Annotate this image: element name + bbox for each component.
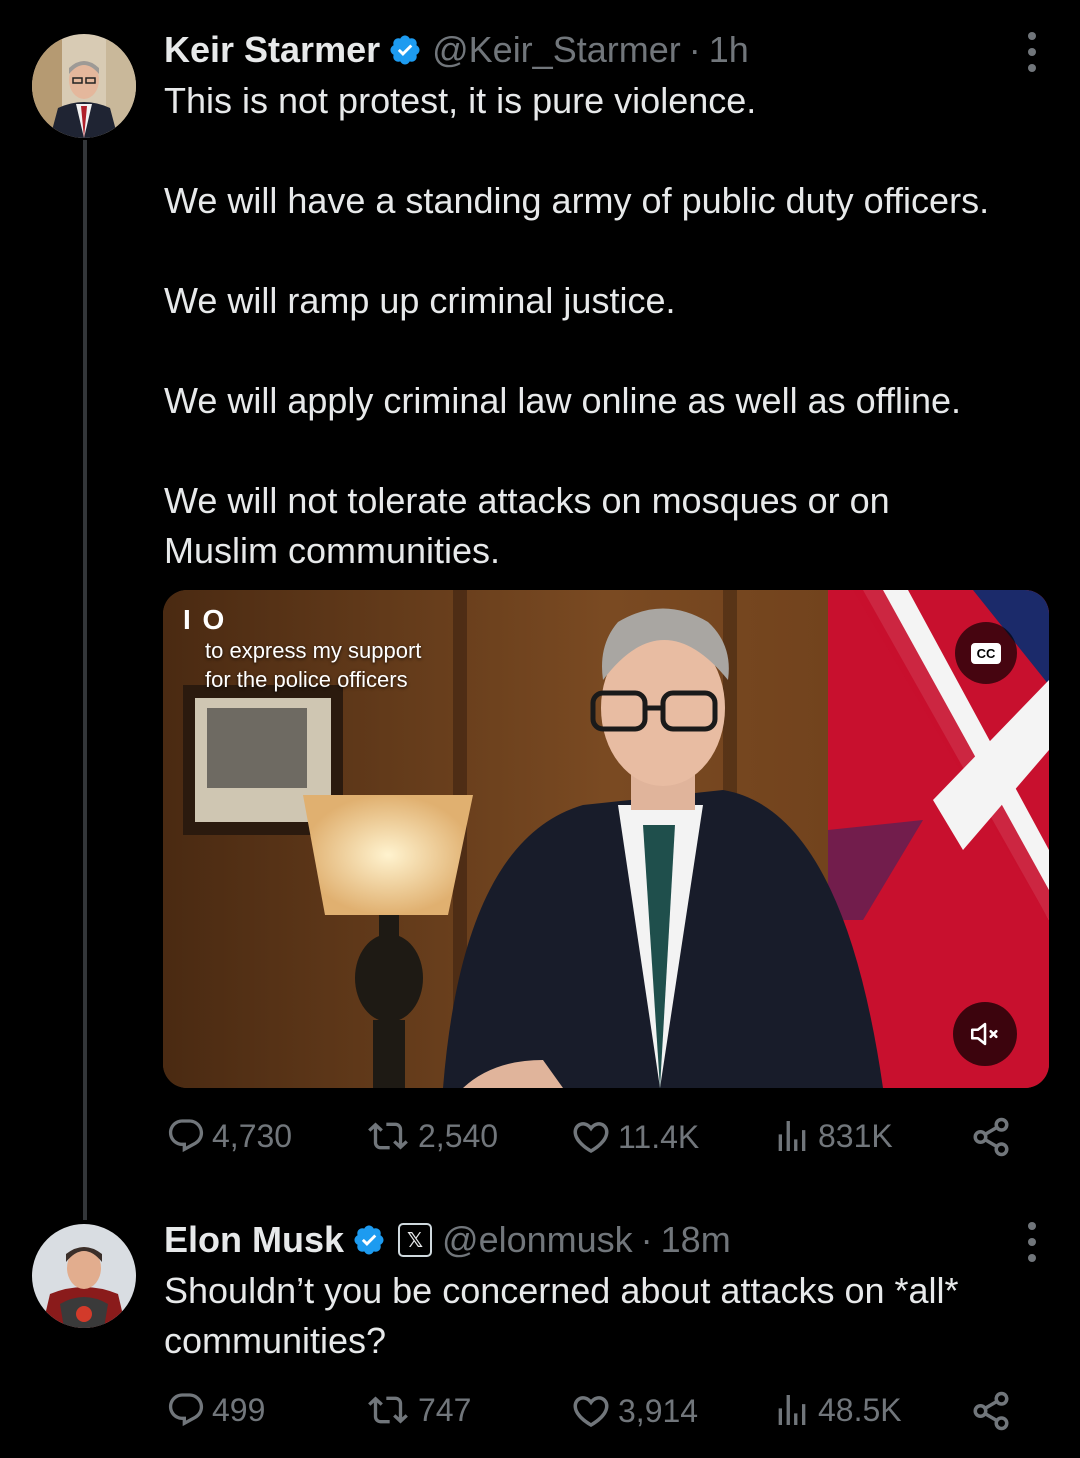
dot-separator: · [688, 29, 701, 70]
reply-icon [168, 1393, 204, 1427]
video-caption: to express my support for the police off… [205, 636, 421, 694]
share-icon [973, 1117, 1009, 1157]
like-count: 11.4K [618, 1118, 700, 1155]
tweet2-text: Shouldn’t you be concerned about attacks… [164, 1266, 1024, 1366]
author-name[interactable]: Elon Musk [164, 1219, 344, 1261]
reply-icon [168, 1119, 204, 1153]
cc-icon: CC [970, 642, 1002, 664]
more-options-icon[interactable] [1026, 32, 1038, 72]
tweet1-text: This is not protest, it is pure violence… [164, 76, 1054, 576]
tweet1-header: Keir Starmer @Keir_Starmer · 1h [164, 28, 749, 72]
closed-captions-button[interactable]: CC [955, 622, 1017, 684]
avatar-keir-starmer[interactable] [32, 34, 136, 138]
tweet-paragraph: We will have a standing army of public d… [164, 180, 990, 221]
tweet-paragraph: We will ramp up criminal justice. [164, 280, 676, 321]
reply-count: 4,730 [212, 1117, 293, 1154]
tweet2-header: Elon Musk 𝕏 @elonmusk · 18m [164, 1218, 731, 1262]
reply-button[interactable]: 4,730 [166, 1116, 292, 1156]
repost-count: 747 [418, 1391, 472, 1428]
verified-badge-icon[interactable] [352, 1223, 386, 1257]
unmute-button[interactable] [953, 1002, 1017, 1066]
reply-button[interactable]: 499 [166, 1390, 265, 1430]
like-button[interactable]: 11.4K [570, 1116, 699, 1158]
heart-icon [573, 1396, 609, 1428]
like-count: 3,914 [618, 1392, 699, 1429]
dot-separator: · [640, 1219, 653, 1260]
repost-icon [368, 1122, 408, 1150]
video-player[interactable]: I O to express my support for the police… [163, 590, 1049, 1088]
tweet-paragraph: This is not protest, it is pure violence… [164, 80, 757, 121]
thread-connector-line [83, 140, 87, 1220]
avatar-elon-musk[interactable] [32, 1224, 136, 1328]
post-time[interactable]: 18m [661, 1219, 731, 1261]
share-button[interactable] [970, 1390, 1018, 1432]
reply-count: 499 [212, 1391, 266, 1428]
repost-button[interactable]: 747 [364, 1390, 471, 1430]
post-time[interactable]: 1h [709, 29, 749, 71]
repost-icon [368, 1396, 408, 1424]
view-count: 831K [818, 1117, 893, 1154]
share-button[interactable] [970, 1116, 1018, 1158]
more-options-icon[interactable] [1026, 1222, 1038, 1262]
view-count: 48.5K [818, 1391, 902, 1428]
muted-speaker-icon [970, 1022, 998, 1046]
views-button[interactable]: 831K [772, 1116, 893, 1156]
views-button[interactable]: 48.5K [772, 1390, 902, 1430]
tweet-paragraph: Shouldn’t you be concerned about attacks… [164, 1270, 959, 1361]
author-name[interactable]: Keir Starmer [164, 29, 380, 71]
author-handle[interactable]: @Keir_Starmer [432, 29, 681, 71]
caption-line: for the police officers [205, 667, 408, 692]
author-handle[interactable]: @elonmusk [442, 1219, 633, 1261]
tweet-paragraph: We will not tolerate attacks on mosques … [164, 480, 890, 571]
repost-button[interactable]: 2,540 [364, 1116, 498, 1156]
caption-speaker-mark: I O [183, 604, 227, 635]
like-button[interactable]: 3,914 [570, 1390, 698, 1432]
tweet-paragraph: We will apply criminal law online as wel… [164, 380, 962, 421]
tweet1-action-bar: 4,730 2,540 11.4K 831K [164, 1116, 1020, 1166]
caption-line: to express my support [205, 638, 422, 663]
tweet2-action-bar: 499 747 3,914 48.5K [164, 1390, 1020, 1440]
verified-badge-icon[interactable] [388, 33, 422, 67]
views-chart-icon [778, 1121, 806, 1151]
share-icon [973, 1391, 1009, 1431]
heart-icon [573, 1122, 609, 1154]
views-chart-icon [778, 1395, 806, 1425]
repost-count: 2,540 [418, 1117, 499, 1154]
x-affiliate-badge-icon[interactable]: 𝕏 [398, 1223, 433, 1257]
